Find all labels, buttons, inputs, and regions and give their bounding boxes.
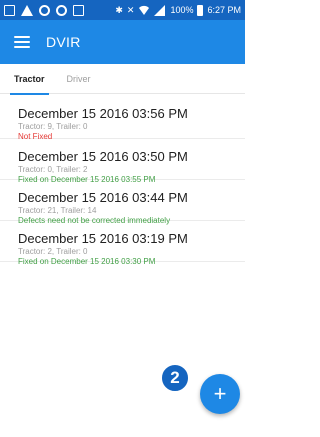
list-item[interactable]: December 15 2016 03:19 PM Tractor: 2, Tr… [0, 221, 245, 266]
record-date: December 15 2016 03:56 PM [18, 106, 188, 121]
clock: 6:27 PM [207, 5, 241, 15]
tab-driver[interactable]: Driver [67, 64, 91, 94]
bluetooth-icon: ✱ [115, 4, 123, 15]
record-date: December 15 2016 03:19 PM [18, 231, 188, 246]
hamburger-menu-icon[interactable] [14, 36, 30, 48]
wifi-icon [139, 5, 150, 15]
warning-icon [21, 4, 33, 16]
record-date: December 15 2016 03:50 PM [18, 149, 188, 164]
record-details: Tractor: 9, Trailer: 0 [18, 122, 88, 131]
record-status: Fixed on December 15 2016 03:30 PM [18, 257, 156, 266]
record-details: Tractor: 21, Trailer: 14 [18, 206, 97, 215]
battery-icon [197, 4, 204, 16]
add-dvir-button[interactable]: + [200, 374, 240, 414]
record-date: December 15 2016 03:44 PM [18, 190, 188, 205]
list-item[interactable]: December 15 2016 03:44 PM Tractor: 21, T… [0, 180, 245, 225]
tab-tractor[interactable]: Tractor [10, 64, 48, 95]
camera-icon [73, 4, 84, 16]
plus-icon: + [213, 381, 227, 406]
list-item[interactable]: December 15 2016 03:56 PM Tractor: 9, Tr… [0, 96, 245, 141]
gallery-icon [4, 4, 15, 16]
record-details: Tractor: 2, Trailer: 0 [18, 247, 88, 256]
step-number-badge: 2 [160, 363, 190, 393]
page-title: DVIR [46, 34, 81, 50]
dvir-list: December 15 2016 03:56 PM Tractor: 9, Tr… [0, 96, 245, 266]
list-item[interactable]: December 15 2016 03:50 PM Tractor: 0, Tr… [0, 139, 245, 184]
sync-icon [39, 4, 50, 16]
tab-bar: Tractor Driver [0, 64, 245, 95]
app-bar: DVIR [0, 20, 245, 64]
account-icon [56, 4, 67, 16]
record-details: Tractor: 0, Trailer: 2 [18, 165, 88, 174]
mute-icon: ✕ [126, 4, 135, 15]
battery-percent: 100% [170, 5, 194, 15]
signal-icon [154, 4, 166, 16]
status-bar: ✱ ✕ 100% 6:27 PM [0, 0, 245, 20]
